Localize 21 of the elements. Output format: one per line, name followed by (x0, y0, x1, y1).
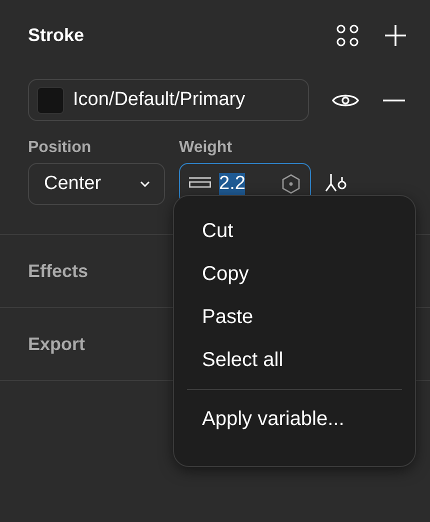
field-label: Weight (179, 139, 232, 157)
color-value: Icon/Default/Primary (73, 89, 246, 111)
color-swatch[interactable] (37, 86, 64, 114)
field-label: Position (28, 139, 92, 157)
menu-item[interactable]: Select all (174, 339, 415, 382)
menu-item[interactable]: Copy (174, 253, 415, 296)
section-title[interactable]: Effects (28, 260, 88, 282)
chevron-down-icon (140, 181, 150, 187)
position-dropdown[interactable]: Center (28, 163, 165, 205)
selected-text: 2.2 (219, 173, 246, 195)
variable-icon[interactable] (282, 174, 300, 194)
styles-icon[interactable] (336, 24, 359, 46)
section-title[interactable]: Export (28, 334, 86, 354)
menu-item[interactable]: Cut (174, 210, 415, 253)
remove-icon[interactable] (383, 98, 405, 102)
section-title: Stroke (28, 24, 86, 46)
stroke-options-icon[interactable] (325, 174, 349, 194)
menu-item[interactable]: Apply variable... (174, 398, 415, 441)
menu-item[interactable]: Paste (174, 296, 415, 339)
color-field[interactable]: Icon/Default/Primary (28, 79, 309, 121)
add-icon[interactable] (385, 24, 406, 46)
